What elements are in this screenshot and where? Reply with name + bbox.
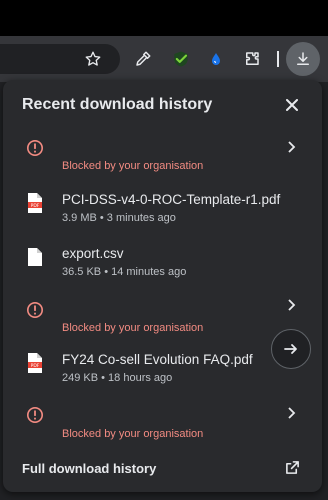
chevron-right-icon[interactable] xyxy=(285,406,299,420)
toolbar-separator xyxy=(277,51,279,67)
chevron-right-icon[interactable] xyxy=(285,298,299,312)
star-icon[interactable] xyxy=(78,44,108,74)
download-item-blocked[interactable]: Blocked by your organisation xyxy=(3,132,322,180)
file-name: export.csv xyxy=(62,246,124,261)
file-name: PCI-DSS-v4-0-ROC-Template-r1.pdf xyxy=(62,192,281,207)
arrow-right-icon[interactable] xyxy=(271,329,311,369)
blocked-status: Blocked by your organisation xyxy=(62,322,204,334)
panel-title: Recent download history xyxy=(22,96,213,113)
close-icon[interactable] xyxy=(281,94,303,116)
open-in-new-icon[interactable] xyxy=(283,458,301,476)
svg-text:PDF: PDF xyxy=(31,363,40,369)
pdf-file-icon: PDF xyxy=(24,352,46,374)
check-shield-icon[interactable] xyxy=(166,44,196,74)
window-top-strip xyxy=(0,0,328,36)
download-history-panel: Recent download history Blocked by your … xyxy=(3,80,322,492)
file-name: FY24 Co-sell Evolution FAQ.pdf xyxy=(62,352,253,367)
extensions-puzzle-icon[interactable] xyxy=(237,44,267,74)
downloads-icon[interactable] xyxy=(286,42,320,76)
blocked-status: Blocked by your organisation xyxy=(62,160,204,172)
file-meta: 36.5 KB • 14 minutes ago xyxy=(62,266,187,278)
download-item[interactable]: PDF PCI-DSS-v4-0-ROC-Template-r1.pdf 3.9… xyxy=(3,188,322,232)
svg-text:PDF: PDF xyxy=(31,203,40,209)
file-icon xyxy=(24,246,46,268)
full-download-history-link[interactable]: Full download history xyxy=(22,461,156,476)
download-item-blocked[interactable]: Blocked by your organisation xyxy=(3,294,322,342)
chevron-right-icon[interactable] xyxy=(285,140,299,154)
download-item-blocked[interactable]: Blocked by your organisation xyxy=(3,402,322,450)
download-item[interactable]: export.csv 36.5 KB • 14 minutes ago xyxy=(3,242,322,286)
eyedropper-icon[interactable] xyxy=(128,44,158,74)
warning-info-icon xyxy=(24,404,46,426)
file-meta: 249 KB • 18 hours ago xyxy=(62,372,173,384)
browser-toolbar xyxy=(0,36,328,82)
warning-info-icon xyxy=(24,299,46,321)
blocked-status: Blocked by your organisation xyxy=(62,428,204,440)
pdf-file-icon: PDF xyxy=(24,192,46,214)
water-drop-icon[interactable] xyxy=(201,44,231,74)
file-meta: 3.9 MB • 3 minutes ago xyxy=(62,212,176,224)
warning-info-icon xyxy=(24,137,46,159)
